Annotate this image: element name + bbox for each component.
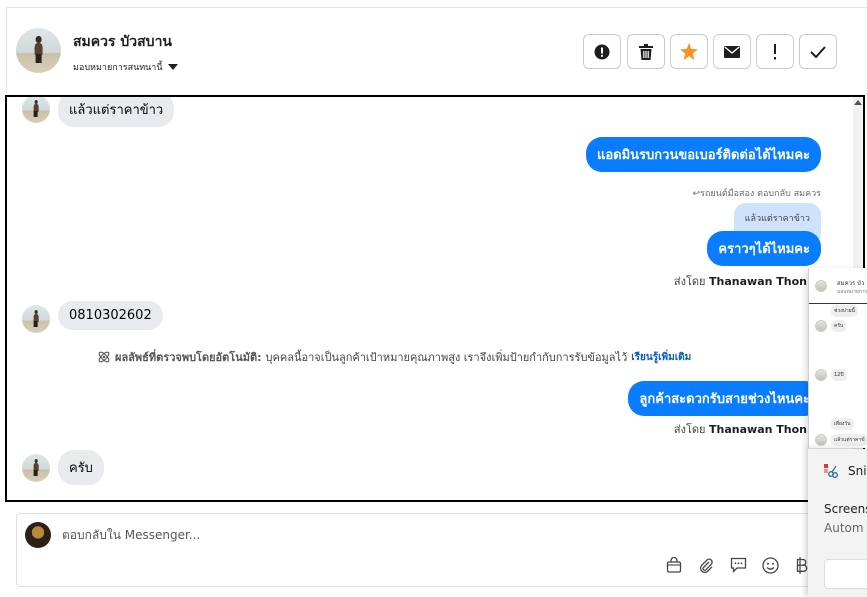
spam-button[interactable] — [583, 34, 621, 69]
contact-avatar[interactable] — [16, 28, 61, 73]
follow-up-button[interactable] — [756, 34, 794, 69]
message-thread[interactable]: แล้วแต่ราคาข้าว แอดมินรบกวนขอเบอร์ติดต่อ… — [5, 95, 865, 502]
reply-input[interactable] — [62, 528, 562, 542]
outgoing-message[interactable]: แอดมินรบกวนขอเบอร์ติดต่อได้ไหมคะ — [585, 137, 821, 172]
caret-down-icon — [167, 64, 178, 70]
scissors-icon — [824, 464, 838, 478]
mini-avatar — [815, 320, 827, 332]
incoming-message[interactable]: ครับ — [58, 450, 104, 485]
mini-bubble: เที่ยงวัน — [831, 418, 854, 430]
mini-bubble: ช่วงบ่ายนี้ — [831, 305, 858, 317]
atom-icon — [98, 351, 110, 363]
scroll-up-arrow-icon[interactable] — [854, 100, 862, 105]
snip-subtext: Autom — [824, 521, 864, 535]
exclamation-icon — [774, 43, 776, 59]
mini-bubble: 12ปี — [831, 369, 847, 381]
sender-avatar[interactable] — [22, 305, 50, 333]
snip-heading: Screens — [824, 502, 867, 516]
contact-name[interactable]: สมควร บัวสบาน — [73, 31, 172, 53]
assign-conversation-dropdown[interactable]: มอบหมายการสนทนานี้ — [73, 60, 178, 74]
trash-icon — [639, 43, 653, 60]
header-top-border — [6, 7, 867, 8]
avatar-person-figure — [33, 36, 44, 64]
mini-avatar — [815, 434, 827, 446]
mini-assign-label: มอบหมายการสน — [837, 289, 867, 295]
mini-avatar — [815, 280, 827, 292]
sender-avatar[interactable] — [22, 97, 50, 123]
reply-context-note: ↩รถยนต์มือสอง ตอบกลับ สมควร — [692, 189, 821, 199]
snip-action-button[interactable] — [824, 559, 867, 589]
mark-done-button[interactable] — [799, 34, 837, 69]
snip-preview-thumbnail[interactable]: สมควร บัว มอบหมายการสน ช่วงบ่ายนี้ ครับ … — [808, 268, 867, 448]
envelope-icon — [724, 45, 740, 58]
incoming-message[interactable]: แล้วแต่ราคาข้าว — [58, 97, 175, 127]
page-avatar — [25, 522, 51, 548]
snip-title: Snip — [824, 464, 867, 478]
sender-avatar[interactable] — [22, 454, 50, 482]
mini-contact-name: สมควร บัว — [837, 280, 865, 287]
messenger-inbox-window: สมควร บัวสบาน มอบหมายการสนทนานี้ แล้วแต่… — [0, 0, 867, 597]
auto-detect-notice: ผลลัพธ์ที่ตรวจพบโดยอัตโนมัติ: บุคคลนี้อา… — [97, 348, 691, 366]
mini-bubble: ครับ — [831, 320, 847, 332]
mini-avatar — [815, 369, 827, 381]
incoming-message[interactable]: 0810302602 — [58, 301, 163, 330]
exclamation-circle-icon — [594, 44, 610, 59]
detect-text: บุคคลนี้อาจเป็นลูกค้าเป้าหมายคุณภาพสูง เ… — [265, 351, 628, 364]
mini-divider — [809, 303, 867, 304]
chat-bubble-icon[interactable] — [729, 556, 747, 574]
sent-by-label: ส่งโดย Thanawan Thon — [673, 423, 807, 436]
learn-more-link[interactable]: เรียนรู้เพิ่มเติม — [631, 350, 691, 365]
composer-toolbar — [665, 556, 811, 574]
outgoing-message[interactable]: ลูกค้าสะดวกรับสายช่วงไหนคะ — [628, 381, 821, 416]
mini-bubble: แล้วแต่ราคาข้ — [831, 434, 867, 446]
mark-unread-button[interactable] — [713, 34, 751, 69]
paperclip-icon[interactable] — [697, 556, 715, 574]
smiley-icon[interactable] — [761, 556, 779, 574]
star-button[interactable] — [670, 34, 708, 69]
delete-button[interactable] — [627, 34, 665, 69]
sent-by-label: ส่งโดย Thanawan Thon — [673, 275, 807, 288]
outgoing-message[interactable]: คราวๆได้ไหมคะ — [707, 231, 821, 266]
detect-heading: ผลลัพธ์ที่ตรวจพบโดยอัตโนมัติ: — [115, 351, 262, 364]
assign-label: มอบหมายการสนทนานี้ — [73, 63, 163, 73]
reply-composer — [16, 513, 866, 587]
bag-icon[interactable] — [665, 556, 683, 574]
header-left-border — [6, 7, 7, 92]
check-icon — [810, 45, 826, 58]
star-icon — [680, 43, 698, 60]
snipping-tool-notification[interactable]: Snip Screens Autom — [808, 449, 867, 597]
